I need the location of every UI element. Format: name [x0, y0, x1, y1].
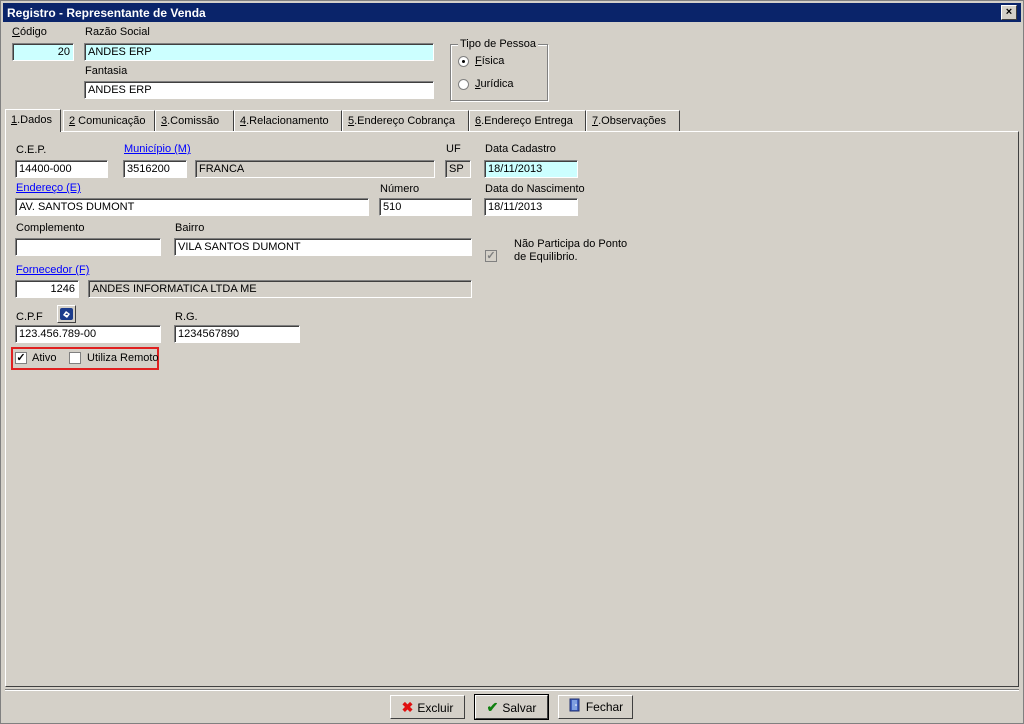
ponto-equilibrio-label-2: de Equilibrio. — [514, 251, 578, 263]
fornecedor-code-field[interactable]: 1246 — [15, 280, 79, 298]
tipo-pessoa-title: Tipo de Pessoa — [458, 38, 539, 50]
tab-comissao[interactable]: 3.Comissão — [155, 110, 234, 131]
rg-field[interactable]: 1234567890 — [174, 325, 300, 343]
app-window: Registro - Representante de Venda × Códi… — [0, 0, 1024, 724]
tab-comunicacao[interactable]: 2 Comunicação — [63, 110, 155, 131]
ativo-label[interactable]: Ativo — [32, 352, 56, 364]
fisica-radio[interactable] — [458, 56, 469, 67]
tab-relacionamento[interactable]: 4.Relacionamento — [234, 110, 342, 131]
window-title: Registro - Representante de Venda — [7, 6, 206, 20]
cpf-lookup-button[interactable] — [57, 305, 76, 323]
cep-field[interactable]: 14400-000 — [15, 160, 108, 178]
cpf-label: C.P.F — [16, 311, 43, 323]
complemento-field[interactable] — [15, 238, 161, 256]
codigo-field[interactable]: 20 — [12, 43, 74, 61]
tab-observacoes[interactable]: 7.Observações — [586, 110, 680, 131]
delete-x-icon: ✖ — [401, 699, 414, 715]
fantasia-label: Fantasia — [85, 65, 128, 77]
cpf-field[interactable]: 123.456.789-00 — [15, 325, 161, 343]
utiliza-remoto-label[interactable]: Utiliza Remoto — [87, 352, 159, 364]
municipio-code-field[interactable]: 3516200 — [123, 160, 187, 178]
rg-label: R.G. — [175, 311, 198, 323]
razao-social-field[interactable]: ANDES ERP — [84, 43, 434, 61]
tipo-pessoa-group — [450, 44, 548, 101]
municipio-link[interactable]: Município (M) — [124, 143, 191, 155]
ponto-equilibrio-checkbox[interactable]: ✓ — [485, 250, 497, 262]
bairro-label: Bairro — [175, 222, 205, 234]
razao-social-label: Razão Social — [85, 26, 150, 38]
fornecedor-name-field: ANDES INFORMATICA LTDA ME — [88, 280, 472, 298]
municipio-name-field: FRANCA — [195, 160, 435, 178]
tab-endereco-entrega[interactable]: 6.Endereço Entrega — [469, 110, 586, 131]
endereco-field[interactable]: AV. SANTOS DUMONT — [15, 198, 369, 216]
tab-endereco-cobranca[interactable]: 5.Endereço Cobrança — [342, 110, 469, 131]
nascimento-label: Data do Nascimento — [485, 183, 585, 195]
numero-field[interactable]: 510 — [379, 198, 472, 216]
door-exit-icon — [568, 697, 582, 719]
bairro-field[interactable]: VILA SANTOS DUMONT — [174, 238, 472, 256]
uf-field: SP — [445, 160, 471, 178]
receita-federal-icon — [60, 308, 73, 320]
juridica-label[interactable]: Jurídica — [475, 78, 514, 90]
data-cadastro-field[interactable]: 18/11/2013 — [484, 160, 578, 178]
tab-dados[interactable]: 1.Dados — [5, 109, 61, 132]
fisica-label[interactable]: Física — [475, 55, 504, 67]
ativo-checkbox[interactable]: ✓ — [15, 352, 27, 364]
fornecedor-link[interactable]: Fornecedor (F) — [16, 264, 89, 276]
numero-label: Número — [380, 183, 420, 195]
cep-label: C.E.P. — [16, 144, 47, 156]
nascimento-field[interactable]: 18/11/2013 — [484, 198, 578, 216]
footer-divider — [5, 689, 1019, 691]
utiliza-remoto-checkbox[interactable] — [69, 352, 81, 364]
salvar-button[interactable]: ✔ Salvar — [474, 694, 549, 720]
fechar-button[interactable]: Fechar — [558, 695, 633, 719]
close-window-button[interactable]: × — [1001, 5, 1017, 20]
uf-label: UF — [446, 143, 461, 155]
codigo-label: Código — [12, 26, 47, 38]
data-cadastro-label: Data Cadastro — [485, 143, 556, 155]
title-bar: Registro - Representante de Venda × — [3, 3, 1021, 22]
checkmark-icon: ✔ — [486, 699, 499, 715]
endereco-link[interactable]: Endereço (E) — [16, 182, 81, 194]
fantasia-field[interactable]: ANDES ERP — [84, 81, 434, 99]
complemento-label: Complemento — [16, 222, 85, 234]
excluir-button[interactable]: ✖ Excluir — [390, 695, 465, 719]
juridica-radio[interactable] — [458, 79, 469, 90]
ponto-equilibrio-label-1: Não Participa do Ponto — [514, 238, 628, 250]
